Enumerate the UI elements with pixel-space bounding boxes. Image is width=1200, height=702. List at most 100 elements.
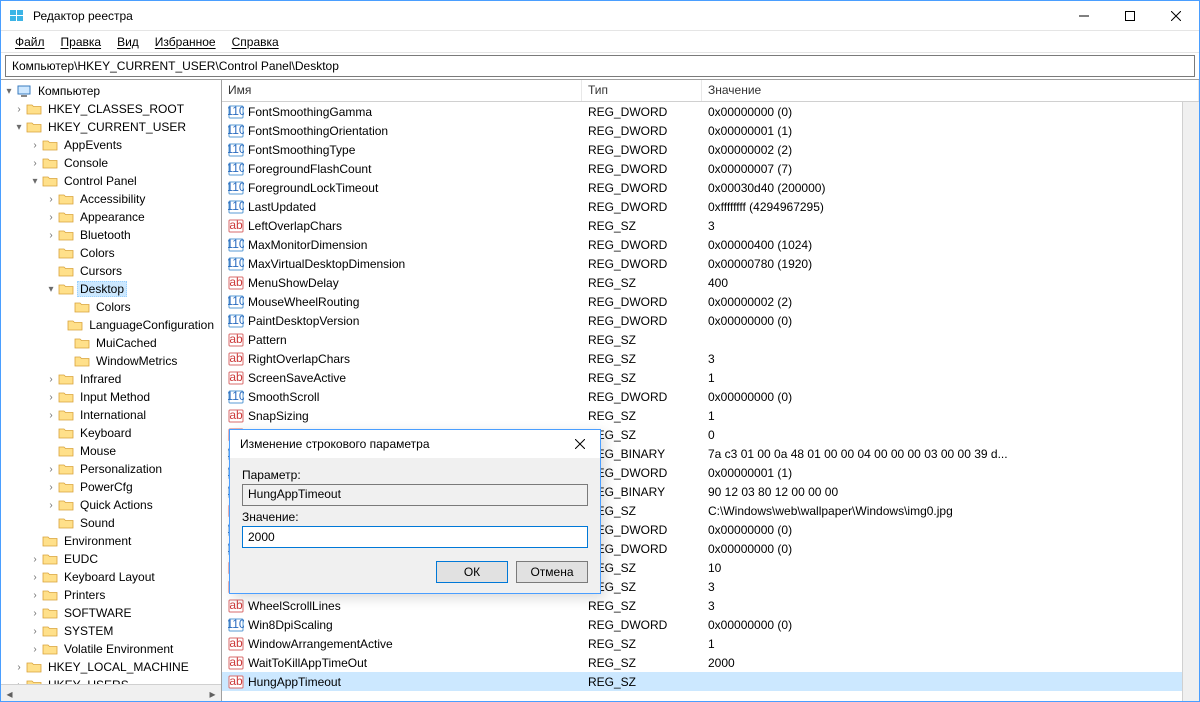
tree-item[interactable]: WindowMetrics	[1, 352, 221, 370]
list-row[interactable]: abSnapSizingREG_SZ1	[222, 406, 1199, 425]
tree-item[interactable]: Cursors	[1, 262, 221, 280]
list-row[interactable]: 110MouseWheelRoutingREG_DWORD0x00000002 …	[222, 292, 1199, 311]
list-row[interactable]: 110SmoothScrollREG_DWORD0x00000000 (0)	[222, 387, 1199, 406]
tree-item[interactable]: ›HKEY_LOCAL_MACHINE	[1, 658, 221, 676]
chevron-right-icon[interactable]: ›	[13, 104, 25, 115]
chevron-right-icon[interactable]: ›	[29, 140, 41, 151]
tree-item[interactable]: ›Input Method	[1, 388, 221, 406]
tree-item[interactable]: Environment	[1, 532, 221, 550]
chevron-right-icon[interactable]: ›	[29, 554, 41, 565]
value-input[interactable]	[242, 526, 588, 548]
tree-item[interactable]: ▾Компьютер	[1, 82, 221, 100]
chevron-right-icon[interactable]: ›	[29, 572, 41, 583]
tree-item[interactable]: Colors	[1, 244, 221, 262]
ok-button[interactable]: ОК	[436, 561, 508, 583]
chevron-right-icon[interactable]: ›	[45, 230, 57, 241]
tree-item[interactable]: Sound	[1, 514, 221, 532]
menu-file[interactable]: Файл	[9, 33, 51, 51]
tree-hscroll[interactable]: ◂ ▸	[1, 684, 221, 701]
tree-item[interactable]: ▾Desktop	[1, 280, 221, 298]
chevron-right-icon[interactable]: ›	[29, 590, 41, 601]
header-value[interactable]: Значение	[702, 80, 1199, 101]
chevron-right-icon[interactable]: ›	[29, 626, 41, 637]
list-pane[interactable]: Имя Тип Значение 110FontSmoothingGammaRE…	[222, 80, 1199, 701]
list-row[interactable]: 110ForegroundLockTimeoutREG_DWORD0x00030…	[222, 178, 1199, 197]
chevron-right-icon[interactable]: ›	[45, 194, 57, 205]
list-vscroll[interactable]	[1182, 102, 1199, 701]
list-row[interactable]: abHungAppTimeoutREG_SZ	[222, 672, 1199, 691]
chevron-right-icon[interactable]: ›	[45, 500, 57, 511]
tree-item[interactable]: ›Personalization	[1, 460, 221, 478]
list-row[interactable]: 110MaxVirtualDesktopDimensionREG_DWORD0x…	[222, 254, 1199, 273]
tree-item[interactable]: ›HKEY_CLASSES_ROOT	[1, 100, 221, 118]
tree-item[interactable]: ›PowerCfg	[1, 478, 221, 496]
dialog-titlebar[interactable]: Изменение строкового параметра	[230, 430, 600, 458]
tree-item[interactable]: Keyboard	[1, 424, 221, 442]
tree-item[interactable]: LanguageConfiguration	[1, 316, 221, 334]
chevron-down-icon[interactable]: ▾	[45, 284, 57, 295]
tree-item[interactable]: ›SOFTWARE	[1, 604, 221, 622]
list-row[interactable]: abRightOverlapCharsREG_SZ3	[222, 349, 1199, 368]
chevron-down-icon[interactable]: ▾	[3, 86, 15, 97]
chevron-right-icon[interactable]: ›	[29, 644, 41, 655]
maximize-button[interactable]	[1107, 1, 1153, 31]
chevron-right-icon[interactable]: ›	[45, 392, 57, 403]
tree-item[interactable]: ›Accessibility	[1, 190, 221, 208]
chevron-right-icon[interactable]: ›	[29, 158, 41, 169]
tree-item[interactable]: ▾Control Panel	[1, 172, 221, 190]
dialog-close-button[interactable]	[560, 430, 600, 458]
list-row[interactable]: 110PaintDesktopVersionREG_DWORD0x0000000…	[222, 311, 1199, 330]
chevron-down-icon[interactable]: ▾	[29, 176, 41, 187]
tree-item[interactable]: Mouse	[1, 442, 221, 460]
chevron-right-icon[interactable]: ›	[45, 374, 57, 385]
scroll-left-icon[interactable]: ◂	[1, 685, 18, 701]
minimize-button[interactable]	[1061, 1, 1107, 31]
list-row[interactable]: 110FontSmoothingOrientationREG_DWORD0x00…	[222, 121, 1199, 140]
list-row[interactable]: abWaitToKillAppTimeOutREG_SZ2000	[222, 653, 1199, 672]
tree-item[interactable]: ›AppEvents	[1, 136, 221, 154]
list-row[interactable]: 110FontSmoothingTypeREG_DWORD0x00000002 …	[222, 140, 1199, 159]
chevron-down-icon[interactable]: ▾	[13, 122, 25, 133]
tree-item[interactable]: MuiCached	[1, 334, 221, 352]
tree-item[interactable]: ▾HKEY_CURRENT_USER	[1, 118, 221, 136]
address-bar[interactable]: Компьютер\HKEY_CURRENT_USER\Control Pane…	[5, 55, 1195, 77]
tree-item[interactable]: ›Console	[1, 154, 221, 172]
list-row[interactable]: 110MaxMonitorDimensionREG_DWORD0x0000040…	[222, 235, 1199, 254]
list-row[interactable]: 110FontSmoothingGammaREG_DWORD0x00000000…	[222, 102, 1199, 121]
cancel-button[interactable]: Отмена	[516, 561, 588, 583]
tree-item[interactable]: ›SYSTEM	[1, 622, 221, 640]
tree-item[interactable]: ›Quick Actions	[1, 496, 221, 514]
close-button[interactable]	[1153, 1, 1199, 31]
chevron-right-icon[interactable]: ›	[45, 410, 57, 421]
tree-item[interactable]: Colors	[1, 298, 221, 316]
tree-item[interactable]: ›Printers	[1, 586, 221, 604]
list-row[interactable]: abMenuShowDelayREG_SZ400	[222, 273, 1199, 292]
chevron-right-icon[interactable]: ›	[45, 464, 57, 475]
tree-item[interactable]: ›Infrared	[1, 370, 221, 388]
menu-view[interactable]: Вид	[111, 33, 145, 51]
chevron-right-icon[interactable]: ›	[45, 212, 57, 223]
chevron-right-icon[interactable]: ›	[29, 608, 41, 619]
list-row[interactable]: 110Win8DpiScalingREG_DWORD0x00000000 (0)	[222, 615, 1199, 634]
header-type[interactable]: Тип	[582, 80, 702, 101]
list-row[interactable]: abWheelScrollLinesREG_SZ3	[222, 596, 1199, 615]
scroll-right-icon[interactable]: ▸	[204, 685, 221, 701]
menu-help[interactable]: Справка	[226, 33, 285, 51]
menu-favorites[interactable]: Избранное	[149, 33, 222, 51]
chevron-right-icon[interactable]: ›	[13, 662, 25, 673]
list-row[interactable]: abLeftOverlapCharsREG_SZ3	[222, 216, 1199, 235]
tree-pane[interactable]: ▾Компьютер›HKEY_CLASSES_ROOT▾HKEY_CURREN…	[1, 80, 222, 701]
tree-item[interactable]: ›Volatile Environment	[1, 640, 221, 658]
tree-item[interactable]: ›Appearance	[1, 208, 221, 226]
tree-item[interactable]: ›International	[1, 406, 221, 424]
list-row[interactable]: abScreenSaveActiveREG_SZ1	[222, 368, 1199, 387]
tree-item[interactable]: ›Keyboard Layout	[1, 568, 221, 586]
list-row[interactable]: 110LastUpdatedREG_DWORD0xffffffff (42949…	[222, 197, 1199, 216]
tree-item[interactable]: ›EUDC	[1, 550, 221, 568]
chevron-right-icon[interactable]: ›	[45, 482, 57, 493]
header-name[interactable]: Имя	[222, 80, 582, 101]
tree-item[interactable]: ›Bluetooth	[1, 226, 221, 244]
list-row[interactable]: abPatternREG_SZ	[222, 330, 1199, 349]
list-row[interactable]: 110ForegroundFlashCountREG_DWORD0x000000…	[222, 159, 1199, 178]
list-row[interactable]: abWindowArrangementActiveREG_SZ1	[222, 634, 1199, 653]
